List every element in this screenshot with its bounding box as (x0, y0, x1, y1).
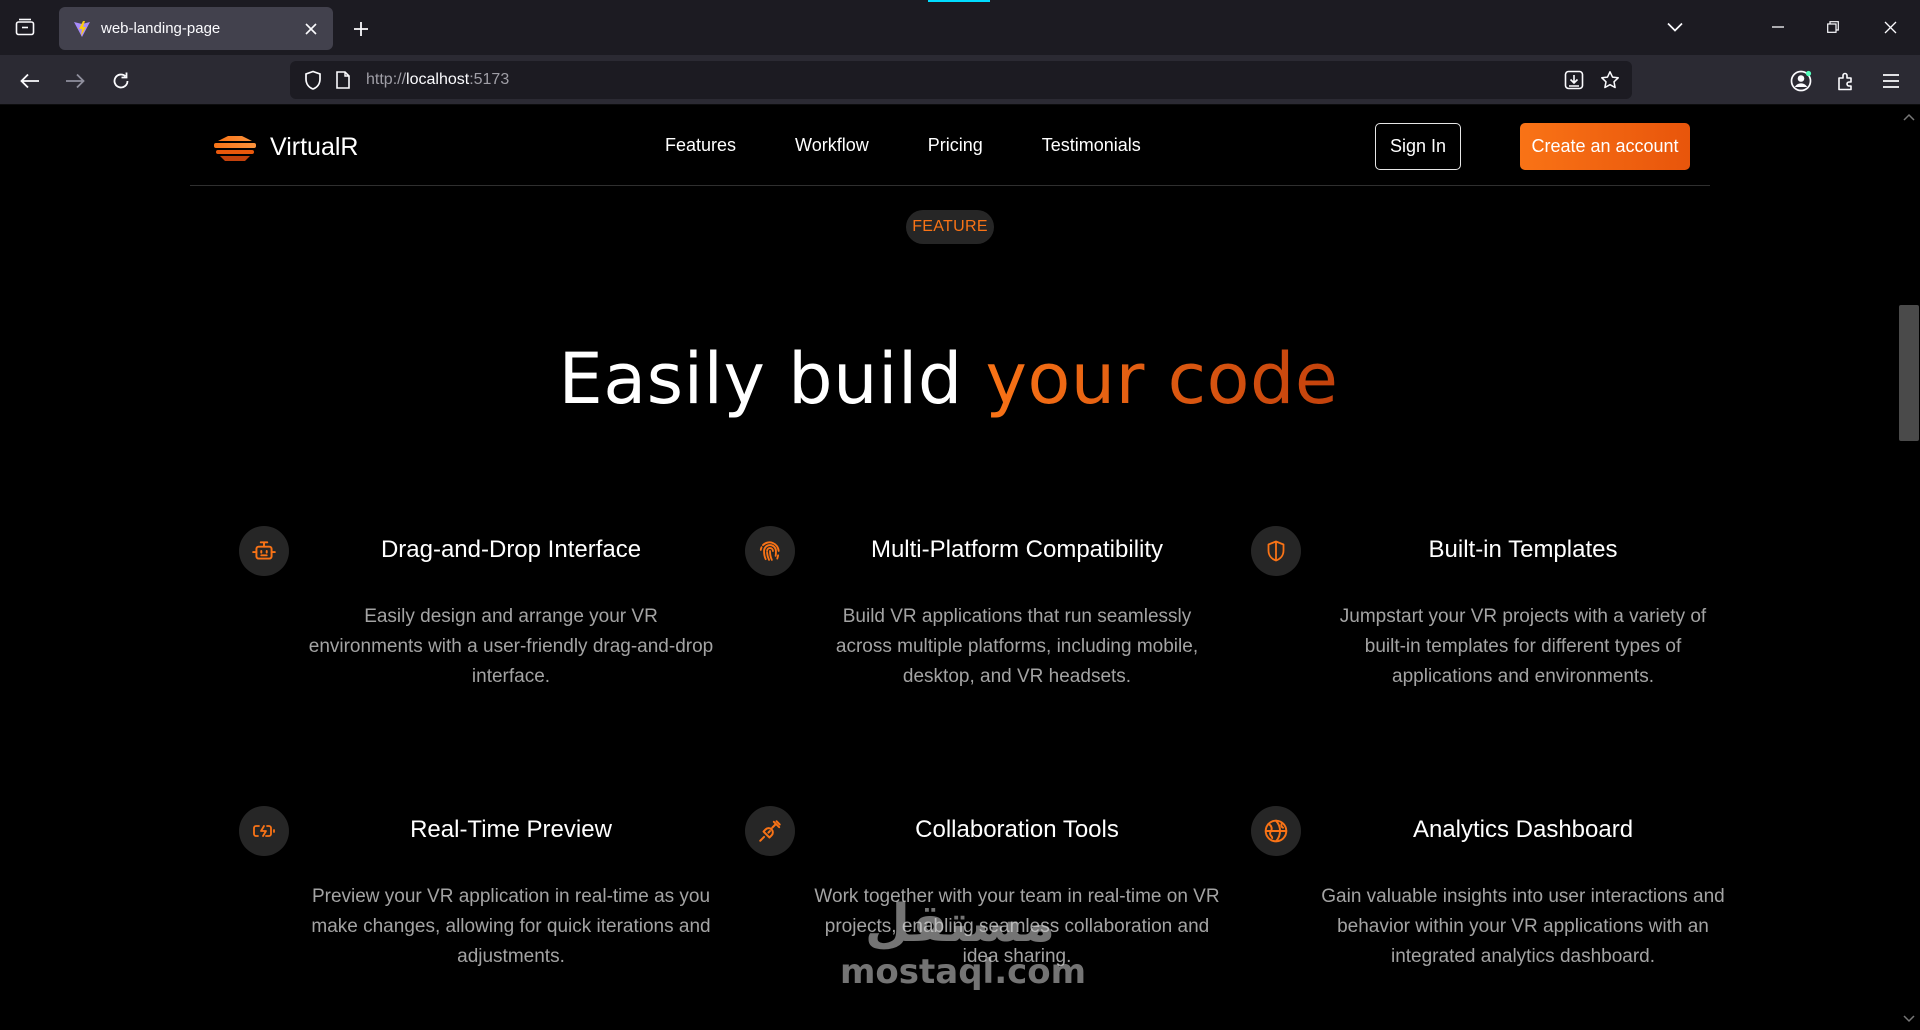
feature-title: Built-in Templates (1428, 536, 1618, 563)
nav-link-workflow[interactable]: Workflow (795, 135, 869, 156)
feature-description: Jumpstart your VR projects with a variet… (1339, 606, 1707, 687)
feature-description: Preview your VR application in real-time… (311, 886, 711, 967)
hero-title-plain: Easily build (558, 338, 986, 420)
forward-icon[interactable] (61, 67, 89, 95)
address-bar[interactable]: http://localhost:5173 (290, 61, 1632, 99)
nav-link-features[interactable]: Features (665, 135, 736, 156)
save-page-icon[interactable] (1562, 68, 1586, 92)
bookmark-star-icon[interactable] (1598, 68, 1622, 92)
hero-title: Easily build your code (0, 338, 1897, 420)
vite-favicon-icon (74, 20, 90, 37)
battery-charging-icon (239, 806, 289, 856)
fingerprint-icon (745, 526, 795, 576)
robot-icon (239, 526, 289, 576)
watermark-arabic: مستقل (864, 894, 1056, 954)
feature-title: Real-Time Preview (410, 816, 612, 843)
tab-list-icon[interactable] (12, 14, 38, 40)
url-text[interactable]: http://localhost:5173 (366, 71, 509, 89)
tab-title: web-landing-page (101, 20, 221, 37)
feature-description: Gain valuable insights into user interac… (1321, 886, 1725, 967)
create-account-button[interactable]: Create an account (1520, 123, 1690, 170)
browser-tab[interactable]: web-landing-page (59, 7, 333, 50)
url-host: localhost (406, 71, 470, 88)
page-viewport: VirtualR Features Workflow Pricing Testi… (0, 106, 1897, 1030)
feature-card: Analytics Dashboard Gain valuable insigh… (1226, 796, 1732, 1030)
feature-badge: FEATURE (906, 210, 994, 244)
site-navbar: VirtualR Features Workflow Pricing Testi… (190, 106, 1710, 186)
tab-close-icon[interactable] (301, 19, 321, 39)
nav-links: Features Workflow Pricing Testimonials (665, 135, 1200, 156)
url-port: :5173 (469, 71, 510, 88)
shield-icon[interactable] (302, 69, 324, 91)
back-icon[interactable] (16, 67, 44, 95)
feature-card: Multi-Platform Compatibility Build VR ap… (720, 516, 1226, 756)
feature-title: Analytics Dashboard (1412, 816, 1634, 843)
new-tab-icon[interactable] (347, 15, 375, 43)
feature-title: Collaboration Tools (915, 816, 1119, 843)
feature-description: Easily design and arrange your VR enviro… (308, 606, 714, 687)
page-icon[interactable] (332, 69, 354, 91)
list-all-tabs-icon[interactable] (1662, 14, 1688, 40)
account-icon[interactable] (1786, 66, 1816, 96)
watermark-latin: mostaql.com (840, 952, 1087, 992)
globe-icon (1251, 806, 1301, 856)
feature-card: Built-in Templates Jumpstart your VR pro… (1226, 516, 1732, 756)
scroll-up-icon[interactable] (1902, 110, 1916, 124)
extensions-icon[interactable] (1831, 66, 1861, 96)
brand-name: VirtualR (270, 133, 359, 161)
watermark: مستقل mostaql.com (840, 894, 1087, 992)
scrollbar-thumb[interactable] (1899, 305, 1919, 441)
logo-icon (214, 135, 256, 161)
nav-link-testimonials[interactable]: Testimonials (1042, 135, 1141, 156)
sign-in-button[interactable]: Sign In (1375, 123, 1461, 170)
reload-icon[interactable] (106, 66, 136, 96)
scroll-down-icon[interactable] (1902, 1012, 1916, 1026)
minimize-icon[interactable] (1765, 14, 1791, 40)
page-scrollbar[interactable] (1897, 106, 1920, 1030)
url-scheme: http:// (366, 71, 407, 88)
feature-title: Multi-Platform Compatibility (870, 536, 1164, 563)
shield-half-icon (1251, 526, 1301, 576)
feature-description: Build VR applications that run seamlessl… (835, 606, 1199, 687)
feature-card: Real-Time Preview Preview your VR applic… (214, 796, 720, 1030)
close-icon[interactable] (1877, 14, 1903, 40)
feature-title: Drag-and-Drop Interface (380, 536, 642, 563)
nav-link-pricing[interactable]: Pricing (928, 135, 983, 156)
hero-title-accent: your code (985, 338, 1339, 420)
menu-icon[interactable] (1876, 66, 1906, 96)
restore-icon[interactable] (1820, 14, 1846, 40)
titlebar-accent (928, 0, 990, 2)
brand-logo[interactable]: VirtualR (214, 133, 358, 162)
feature-card: Drag-and-Drop Interface Easily design an… (214, 516, 720, 756)
plug-icon (745, 806, 795, 856)
